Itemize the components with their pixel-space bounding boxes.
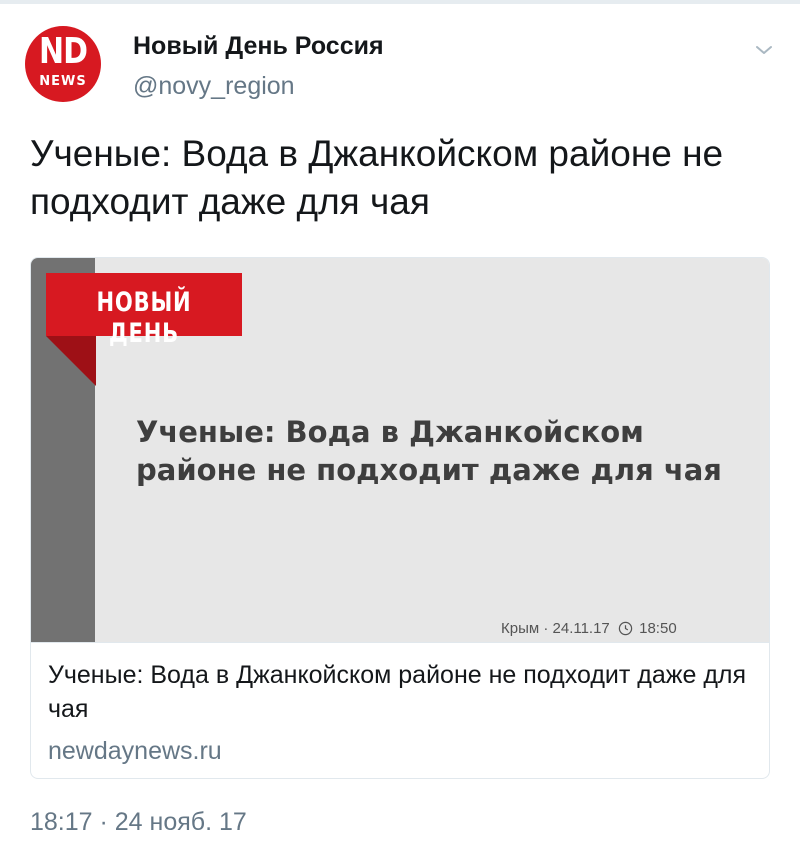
clock-icon: [618, 621, 633, 636]
image-meta-location-date: Крым · 24.11.17: [501, 620, 610, 637]
banner-fold-shape: [46, 336, 96, 386]
image-meta-time: 18:50: [639, 620, 677, 637]
display-name[interactable]: Новый День Россия: [133, 32, 384, 61]
card-domain[interactable]: newdaynews.ru: [48, 737, 222, 766]
avatar-logo-subtext: NEWS: [39, 74, 87, 89]
tweet-timestamp[interactable]: 18:17 · 24 нояб. 17: [30, 808, 247, 837]
tweet-header: ND NEWS Новый День Россия @novy_region: [0, 0, 800, 120]
chevron-down-icon[interactable]: [752, 38, 776, 62]
user-handle[interactable]: @novy_region: [133, 72, 295, 101]
avatar-logo-text: ND: [38, 30, 88, 73]
tweet-text: Ученые: Вода в Джанкойском районе не под…: [30, 133, 724, 222]
image-logo-banner: НОВЫЙ ДЕНЬ: [46, 273, 242, 349]
image-headline: Ученые: Вода в Джанкойском районе не под…: [136, 415, 722, 487]
link-card[interactable]: НОВЫЙ ДЕНЬ Ученые: Вода в Джанкойском ра…: [30, 257, 770, 779]
image-meta: Крым · 24.11.17 18:50: [501, 620, 766, 640]
card-title[interactable]: Ученые: Вода в Джанкойском районе не под…: [48, 658, 753, 726]
avatar[interactable]: ND NEWS: [25, 26, 101, 102]
card-image[interactable]: НОВЫЙ ДЕНЬ Ученые: Вода в Джанкойском ра…: [31, 258, 769, 642]
card-divider: [31, 642, 769, 643]
